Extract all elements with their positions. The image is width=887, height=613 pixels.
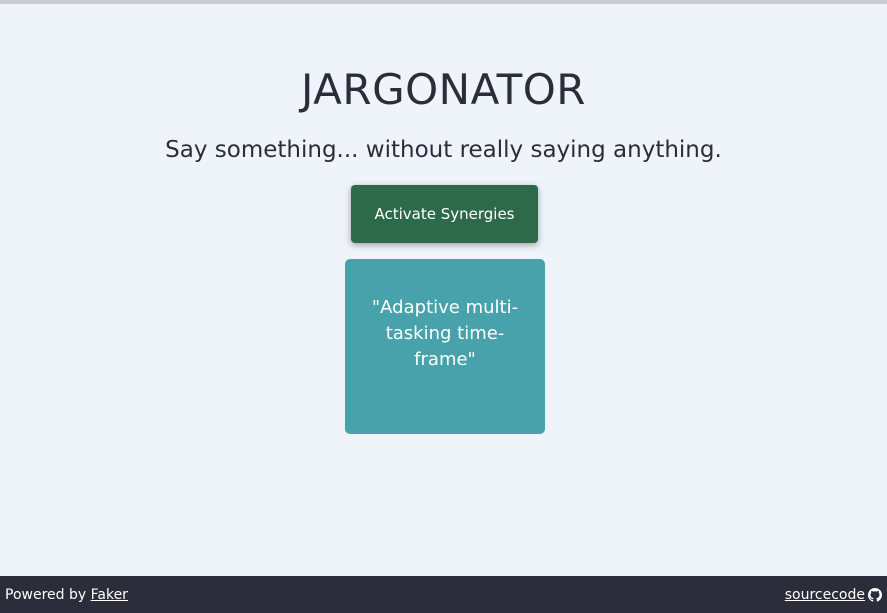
phrase-card: "Adaptive multi-tasking time-frame" [345, 259, 545, 434]
sourcecode-link[interactable]: sourcecode [785, 586, 865, 604]
phrase-text: "Adaptive multi-tasking time-frame" [371, 297, 519, 370]
tagline: Say something... without really saying a… [165, 137, 722, 163]
github-icon[interactable] [868, 588, 882, 602]
activate-synergies-button[interactable]: Activate Synergies [351, 185, 538, 243]
faker-link[interactable]: Faker [91, 587, 128, 603]
powered-by-label: Powered by [5, 587, 87, 603]
main-content: JARGONATOR Say something... without real… [0, 4, 887, 576]
footer: Powered by Faker sourcecode [0, 576, 887, 613]
page-title: JARGONATOR [301, 65, 586, 114]
powered-by: Powered by Faker [5, 586, 128, 604]
source-code: sourcecode [785, 586, 882, 604]
